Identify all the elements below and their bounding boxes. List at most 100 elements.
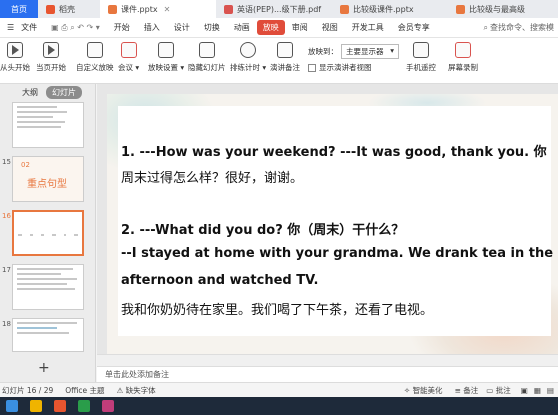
- slide-thumbnail[interactable]: [12, 318, 84, 352]
- rehearse-button[interactable]: 排练计时 ▾: [230, 42, 266, 73]
- beautify-button[interactable]: ✧ 智能美化: [404, 385, 443, 396]
- hide-slide-button[interactable]: 隐藏幻灯片: [188, 42, 226, 73]
- menu-transition[interactable]: 切换: [197, 22, 227, 33]
- taskbar-app-icon[interactable]: [30, 400, 42, 412]
- slide-thumbnail[interactable]: [12, 210, 84, 256]
- setup-icon: [158, 42, 175, 58]
- status-bar: 幻灯片 16 / 29 Office 主题 ⚠ 缺失字体 ✧ 智能美化 ≡ 备注…: [0, 382, 558, 397]
- tab-slides[interactable]: 幻灯片: [46, 85, 82, 99]
- slide-canvas: 1. ---How was your weekend? ---It was go…: [97, 84, 558, 366]
- chevron-down-icon: ▾: [390, 46, 394, 55]
- search-icon: ⌕: [483, 22, 488, 32]
- monitor-select[interactable]: 放映到： 主要显示器 ▾: [308, 44, 399, 59]
- thumbnail-item[interactable]: 15 02 重点句型: [0, 156, 96, 204]
- slide-line-6: 我和你奶奶待在家里。我们喝了下午茶，还看了电视。: [121, 303, 434, 318]
- tab-home[interactable]: 首页: [0, 0, 38, 18]
- slide-line-1: 1. ---How was your weekend? ---It was go…: [121, 145, 547, 160]
- tab-outline[interactable]: 大纲: [22, 87, 38, 98]
- quick-access-icons[interactable]: ▣ ⎙ ⌕ ↶ ↷ ▾: [44, 23, 107, 33]
- menu-design[interactable]: 设计: [167, 22, 197, 33]
- monitor-value: 主要显示器: [346, 47, 384, 56]
- tab-courseware[interactable]: 课件.pptx ✕: [100, 0, 216, 18]
- menu-review[interactable]: 审阅: [285, 22, 315, 33]
- notes-toggle[interactable]: ≡ 备注: [455, 385, 479, 396]
- presenter-view-toggle[interactable]: 显示演讲者视图: [308, 62, 372, 73]
- tab-courseware-label: 课件.pptx: [121, 4, 158, 14]
- menu-developer[interactable]: 开发工具: [345, 22, 391, 33]
- thumbnail-item-selected[interactable]: 16: [0, 210, 96, 258]
- menu-animation[interactable]: 动画: [227, 22, 257, 33]
- custom-show-icon: [86, 42, 103, 58]
- presenter-view-checkbox[interactable]: [308, 63, 316, 72]
- from-current-label: 当页开始: [36, 63, 66, 72]
- monitor-dropdown[interactable]: 主要显示器 ▾: [341, 44, 399, 59]
- thumbnail-item[interactable]: [0, 102, 96, 150]
- play-current-icon: [43, 42, 59, 58]
- pdf-icon: [224, 4, 233, 14]
- menu-member[interactable]: 会员专享: [391, 22, 437, 33]
- tab-docer[interactable]: 稻壳: [38, 0, 100, 18]
- pptx-icon: [340, 4, 349, 14]
- taskbar-app-icon[interactable]: [102, 400, 114, 412]
- meeting-icon: [120, 42, 137, 58]
- ribbon-toolbar: 从头开始 当页开始 自定义放映 会议 ▾ 放映设置 ▾ 隐藏幻灯片 排练计时 ▾…: [0, 38, 558, 84]
- taskbar-app-icon[interactable]: [54, 400, 66, 412]
- tab-docer-label: 稻壳: [59, 4, 75, 14]
- text-panel[interactable]: 1. ---How was your weekend? ---It was go…: [118, 106, 554, 336]
- close-icon[interactable]: ✕: [164, 5, 171, 14]
- speaker-notes-button[interactable]: 演讲备注: [270, 42, 300, 73]
- slide-count: 幻灯片 16 / 29: [2, 385, 54, 395]
- notes-icon: [277, 42, 293, 58]
- tab-comparative[interactable]: 比较级课件.pptx: [332, 0, 448, 18]
- notes-area[interactable]: 单击此处添加备注: [97, 366, 558, 382]
- tab-english-pdf[interactable]: 英语(PEP)...级下册.pdf: [216, 0, 332, 18]
- command-search[interactable]: ⌕ 查找命令、搜索模: [484, 22, 558, 33]
- tab-comparative-superlative[interactable]: 比较级与最高级: [448, 0, 558, 18]
- from-start-button[interactable]: 从头开始: [0, 42, 30, 73]
- screen-record-button[interactable]: 屏幕录制: [448, 42, 478, 73]
- tab-comparative-label: 比较级课件.pptx: [353, 4, 414, 14]
- slide-thumbnail[interactable]: [12, 264, 84, 310]
- normal-view-icon[interactable]: ▣: [521, 386, 528, 395]
- meeting-label: 会议 ▾: [118, 63, 140, 72]
- record-icon: [455, 42, 471, 58]
- pptx-icon: [108, 4, 117, 14]
- slideshow-setup-button[interactable]: 放映设置 ▾: [148, 42, 184, 73]
- hamburger-icon[interactable]: ☰: [0, 23, 21, 32]
- panel-tabs: 大纲 幻灯片: [0, 84, 95, 100]
- current-slide[interactable]: 1. ---How was your weekend? ---It was go…: [107, 94, 558, 356]
- slide-number: 15: [2, 158, 11, 166]
- menu-start[interactable]: 开始: [107, 22, 137, 33]
- tab-home-label: 首页: [11, 4, 27, 14]
- slide-line-2: 周末过得怎么样？很好，谢谢。: [121, 171, 304, 186]
- missing-font-button[interactable]: ⚠ 缺失字体: [117, 385, 156, 396]
- slide-number: 16: [2, 212, 11, 220]
- from-current-button[interactable]: 当页开始: [36, 42, 66, 73]
- custom-show-button[interactable]: 自定义放映: [76, 42, 114, 73]
- from-start-label: 从头开始: [0, 63, 30, 72]
- grid-view-icon[interactable]: ▦: [534, 386, 541, 395]
- menu-file[interactable]: 文件: [21, 22, 44, 33]
- add-slide-button[interactable]: +: [38, 360, 50, 376]
- phone-remote-icon: [413, 42, 429, 58]
- remote-button[interactable]: 手机遥控: [406, 42, 436, 73]
- timer-icon: [240, 42, 257, 58]
- slide-line-4: --I stayed at home with your grandma. We…: [121, 246, 554, 261]
- slide-thumbnail[interactable]: 02 重点句型: [12, 156, 84, 202]
- comments-toggle[interactable]: ▭ 批注: [486, 385, 510, 396]
- record-label: 屏幕录制: [448, 63, 478, 72]
- reading-view-icon[interactable]: ▤: [547, 386, 554, 395]
- horizontal-scrollbar[interactable]: [97, 354, 558, 366]
- thumb-title: 重点句型: [27, 179, 67, 190]
- thumbnail-item[interactable]: 18: [0, 318, 96, 366]
- menu-insert[interactable]: 插入: [137, 22, 167, 33]
- taskbar-app-icon[interactable]: [78, 400, 90, 412]
- menu-view[interactable]: 视图: [315, 22, 345, 33]
- tab-english-pdf-label: 英语(PEP)...级下册.pdf: [237, 4, 322, 14]
- meeting-button[interactable]: 会议 ▾: [118, 42, 139, 73]
- windows-start-icon[interactable]: [6, 400, 18, 412]
- slide-thumbnail[interactable]: [12, 102, 84, 148]
- thumbnail-item[interactable]: 17: [0, 264, 96, 312]
- monitor-label: 放映到：: [308, 47, 338, 56]
- menu-slideshow[interactable]: 放映: [256, 20, 285, 35]
